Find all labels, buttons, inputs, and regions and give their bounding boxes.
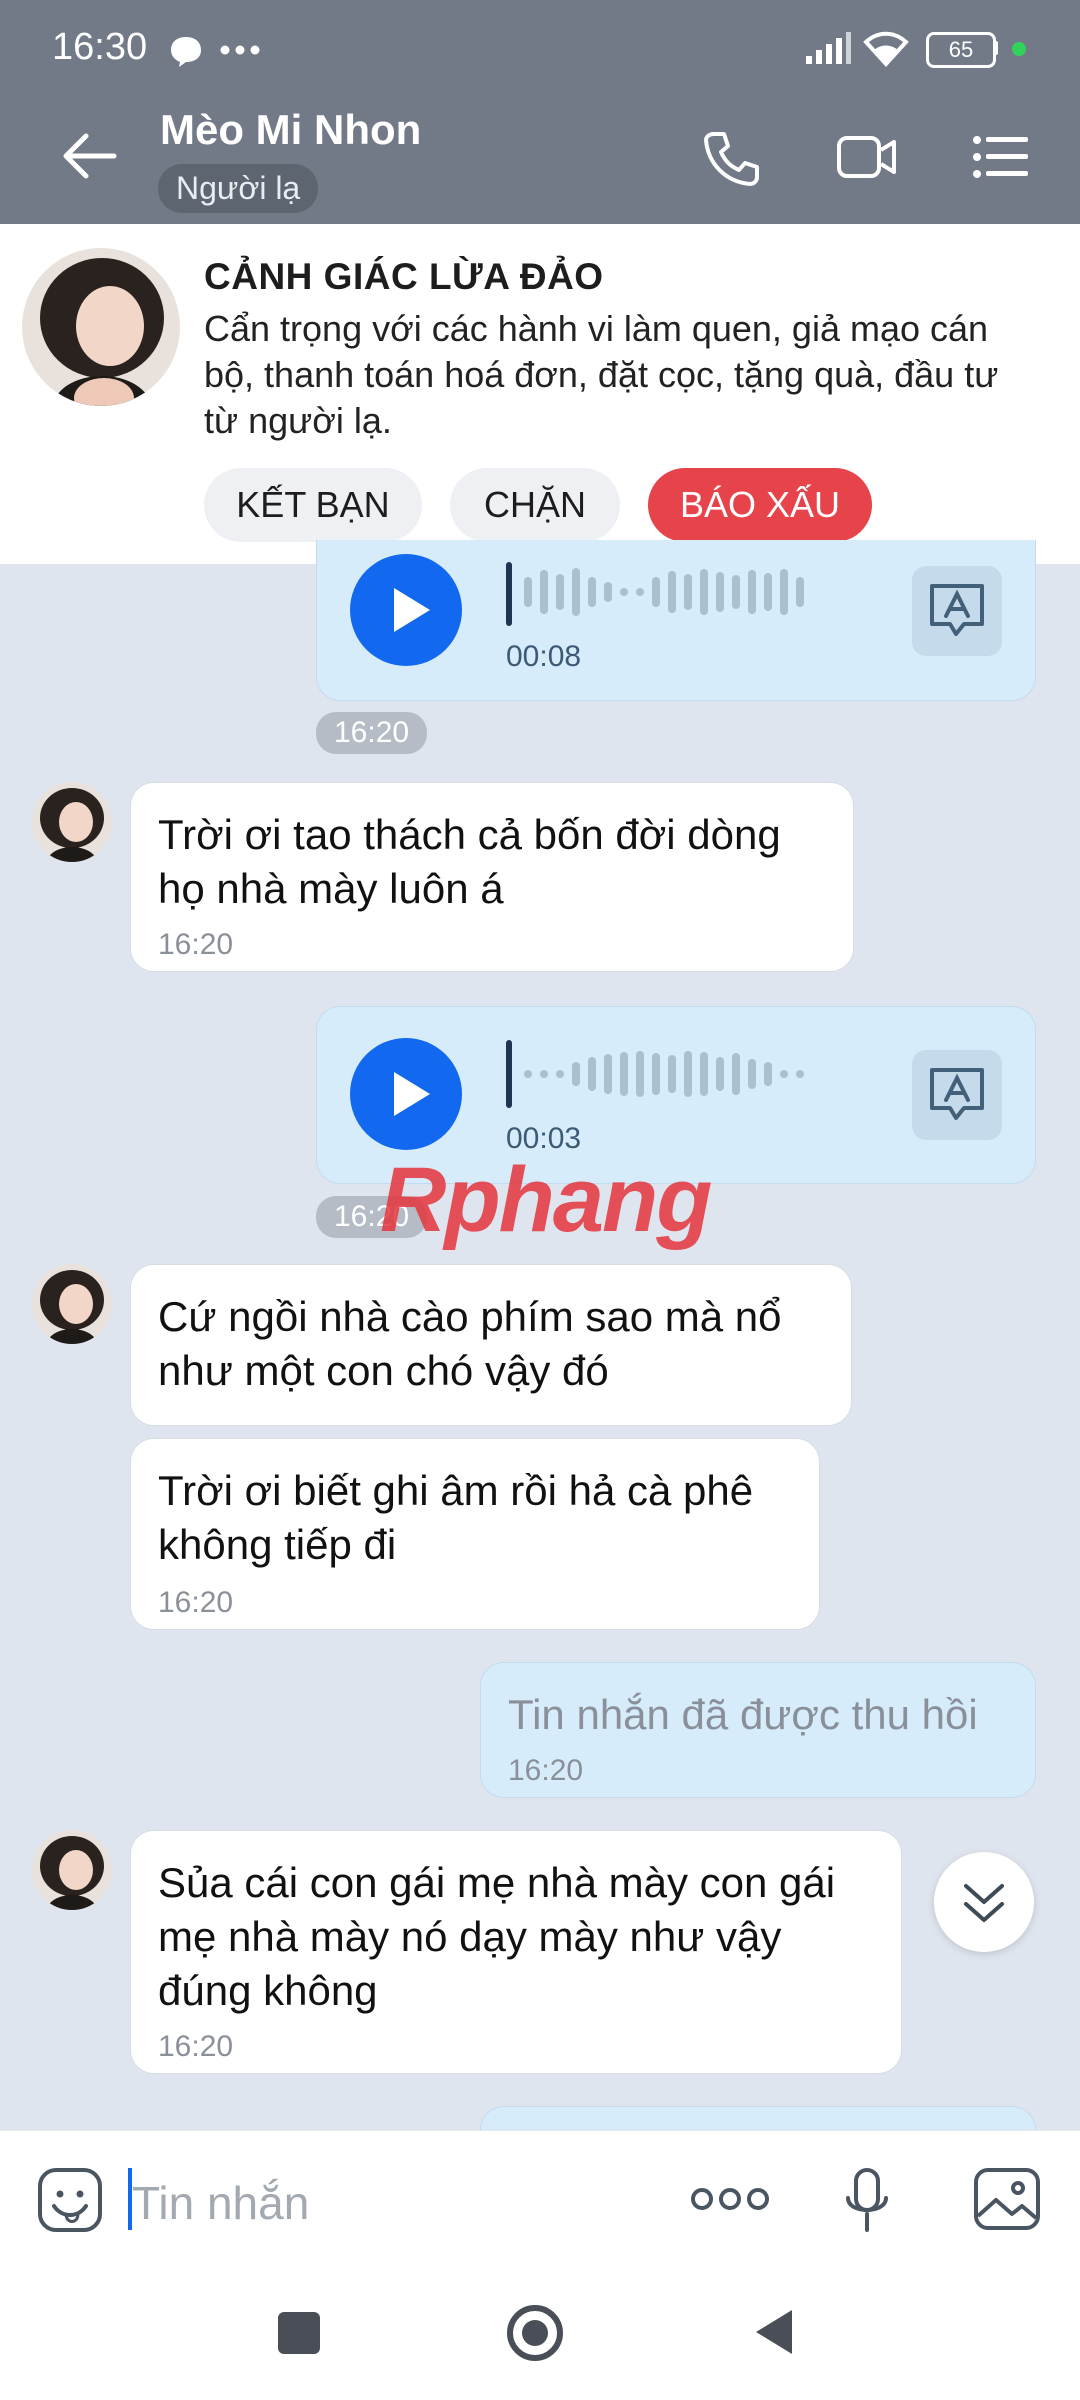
sender-avatar[interactable]	[32, 782, 112, 862]
contact-avatar[interactable]	[22, 248, 180, 406]
battery-tip	[993, 41, 998, 55]
watermark: Rphang	[380, 1148, 712, 1253]
warning-title: CẢNH GIÁC LỪA ĐẢO	[204, 256, 604, 297]
back-arrow-icon[interactable]	[60, 132, 118, 180]
report-button[interactable]: BÁO XẤU	[648, 468, 872, 542]
waveform	[524, 562, 804, 622]
waveform	[524, 1044, 804, 1104]
wifi-icon	[863, 31, 909, 67]
message-text: không tiếp đi	[158, 1521, 397, 1568]
playhead	[506, 562, 512, 626]
transcribe-button[interactable]	[912, 1050, 1002, 1140]
recent-apps-icon[interactable]	[278, 2312, 320, 2354]
message-time: 16:20	[508, 1754, 584, 1787]
battery-level: 65	[948, 37, 974, 62]
scroll-to-bottom-button[interactable]	[934, 1852, 1034, 1952]
timestamp-chip: 16:20	[316, 712, 428, 754]
play-icon	[394, 1072, 430, 1116]
play-icon	[394, 588, 430, 632]
image-gallery-icon[interactable]	[972, 2166, 1042, 2232]
status-bar	[0, 0, 1080, 100]
sender-avatar[interactable]	[32, 1830, 112, 1910]
contact-name[interactable]: Mèo Mi Nhon	[160, 106, 421, 154]
transcribe-button[interactable]	[912, 566, 1002, 656]
privacy-dot-icon	[1012, 42, 1026, 56]
home-icon[interactable]	[506, 2304, 564, 2362]
transcribe-icon	[930, 1068, 984, 1120]
message-text: Cứ ngồi nhà cào phím sao mà nổ	[158, 1293, 782, 1340]
message-text: Trời ơi tao thách cả bốn đời dòng	[158, 811, 781, 858]
phone-call-icon[interactable]	[700, 128, 762, 190]
play-button[interactable]	[350, 554, 462, 666]
signal-icon	[806, 32, 851, 64]
warning-text: Cẩn trọng với các hành vi làm quen, giả …	[204, 308, 999, 441]
back-nav-icon[interactable]	[752, 2306, 796, 2358]
message-time: 16:20	[158, 928, 234, 961]
message-time: 16:20	[158, 2030, 234, 2063]
transcribe-icon	[930, 584, 984, 636]
stranger-badge: Người lạ	[158, 164, 319, 213]
microphone-icon[interactable]	[842, 2166, 892, 2236]
sender-avatar[interactable]	[32, 1264, 112, 1344]
battery-icon: 65	[926, 32, 996, 68]
message-text: Sủa cái con gái mẹ nhà mày con gái	[158, 1859, 836, 1906]
watermark-text: Rphang	[380, 1149, 712, 1251]
video-call-icon[interactable]	[836, 132, 898, 182]
recalled-message-text: Tin nhắn đã được thu hồi	[508, 1691, 978, 1738]
message-text: đúng không	[158, 1967, 378, 2014]
messenger-notification-icon	[171, 37, 201, 67]
sticker-icon[interactable]	[36, 2166, 104, 2234]
message-input[interactable]: Tin nhắn	[132, 2176, 309, 2230]
add-friend-button[interactable]: KẾT BẠN	[204, 468, 422, 542]
menu-list-icon[interactable]	[972, 134, 1030, 180]
more-notifications-icon	[220, 45, 260, 55]
double-chevron-down-icon	[964, 1884, 1004, 1922]
status-time: 16:30	[52, 26, 148, 68]
message-text: như một con chó vậy đó	[158, 1347, 609, 1394]
message-text: mẹ nhà mày nó dạy mày như vậy	[158, 1913, 782, 1960]
playhead	[506, 1040, 512, 1108]
message-text: Trời ơi biết ghi âm rồi hả cà phê	[158, 1467, 754, 1514]
message-text: họ nhà mày luôn á	[158, 865, 504, 912]
more-options-icon[interactable]	[690, 2184, 770, 2214]
message-time: 16:20	[158, 1586, 234, 1619]
voice-duration: 00:08	[506, 640, 582, 673]
block-button[interactable]: CHẶN	[450, 468, 620, 542]
play-button[interactable]	[350, 1038, 462, 1150]
